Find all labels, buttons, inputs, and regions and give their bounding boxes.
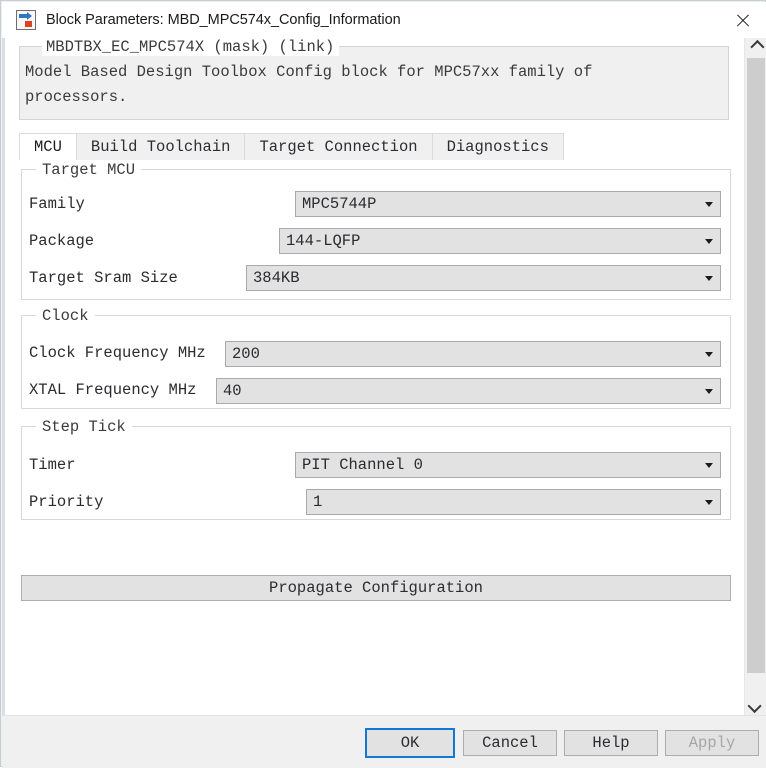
label-package: Package [29, 232, 95, 250]
help-button[interactable]: Help [564, 730, 658, 756]
scroll-up-button[interactable] [745, 38, 766, 56]
label-xtal-frequency: XTAL Frequency MHz [29, 381, 197, 399]
ok-button[interactable]: OK [365, 728, 455, 758]
combo-family-value: MPC5744P [302, 195, 377, 213]
chevron-up-icon [749, 39, 764, 55]
scrollable-content-host: MBDTBX_EC_MPC574X (mask) (link) Model Ba… [2, 38, 766, 715]
help-button-label: Help [592, 734, 630, 752]
combo-target-sram-size[interactable]: 384KB [246, 265, 721, 291]
close-button[interactable] [720, 3, 766, 38]
chevron-down-icon [747, 698, 762, 714]
tab-build-toolchain-label: Build Toolchain [90, 138, 231, 156]
group-step-tick-legend: Step Tick [36, 418, 132, 436]
mask-description-box: MBDTBX_EC_MPC574X (mask) (link) Model Ba… [19, 38, 729, 120]
group-target-mcu-legend: Target MCU [36, 161, 142, 179]
scrollbar-thumb[interactable] [747, 58, 765, 673]
block-parameters-dialog: Block Parameters: MBD_MPC574x_Config_Inf… [0, 0, 766, 768]
tab-build-toolchain[interactable]: Build Toolchain [75, 133, 246, 160]
content-pane: MBDTBX_EC_MPC574X (mask) (link) Model Ba… [2, 38, 741, 715]
dialog-button-bar: OK Cancel Help Apply [2, 715, 766, 768]
propagate-configuration-label: Propagate Configuration [269, 579, 483, 597]
combo-clock-frequency-value: 200 [232, 345, 260, 363]
label-priority: Priority [29, 493, 104, 511]
cancel-button[interactable]: Cancel [463, 730, 557, 756]
label-family: Family [29, 195, 85, 213]
vertical-scrollbar[interactable] [744, 38, 766, 715]
tab-target-connection-label: Target Connection [259, 138, 418, 156]
ok-button-label: OK [400, 734, 420, 752]
label-timer: Timer [29, 456, 76, 474]
apply-button-label: Apply [688, 734, 736, 752]
combo-target-sram-size-value: 384KB [253, 269, 300, 287]
combo-family[interactable]: MPC5744P [295, 191, 721, 217]
combo-priority[interactable]: 1 [306, 489, 721, 515]
chevron-down-icon [698, 388, 720, 394]
tab-diagnostics-label: Diagnostics [446, 138, 549, 156]
tab-target-connection[interactable]: Target Connection [244, 133, 433, 160]
mask-description-text: Model Based Design Toolbox Config block … [25, 60, 715, 110]
label-clock-frequency: Clock Frequency MHz [29, 344, 206, 362]
tab-mcu-label: MCU [34, 138, 62, 156]
cancel-button-label: Cancel [482, 734, 538, 752]
chevron-down-icon [698, 201, 720, 207]
chevron-down-icon [698, 499, 720, 505]
propagate-configuration-button[interactable]: Propagate Configuration [21, 575, 731, 601]
chevron-down-icon [698, 462, 720, 468]
title-bar: Block Parameters: MBD_MPC574x_Config_Inf… [2, 2, 766, 38]
combo-timer-value: PIT Channel 0 [302, 456, 423, 474]
chevron-down-icon [698, 238, 720, 244]
tab-diagnostics[interactable]: Diagnostics [431, 133, 564, 160]
simulink-block-icon [16, 10, 36, 30]
mask-description-legend: MBDTBX_EC_MPC574X (mask) (link) [42, 38, 340, 56]
combo-xtal-frequency[interactable]: 40 [216, 378, 721, 404]
combo-timer[interactable]: PIT Channel 0 [295, 452, 721, 478]
chevron-down-icon [698, 351, 720, 357]
group-clock-legend: Clock [36, 307, 95, 325]
combo-priority-value: 1 [313, 493, 323, 511]
chevron-down-icon [698, 275, 720, 281]
dialog-client-area: MBDTBX_EC_MPC574X (mask) (link) Model Ba… [2, 38, 766, 768]
combo-xtal-frequency-value: 40 [223, 382, 242, 400]
window-title: Block Parameters: MBD_MPC574x_Config_Inf… [46, 12, 401, 28]
combo-clock-frequency[interactable]: 200 [225, 341, 721, 367]
scroll-down-button[interactable] [745, 697, 766, 715]
combo-package-value: 144-LQFP [286, 232, 361, 250]
tab-mcu[interactable]: MCU [19, 133, 77, 160]
label-target-sram-size: Target Sram Size [29, 269, 178, 287]
mask-description-line-1: Model Based Design Toolbox Config block … [25, 63, 593, 81]
close-icon [735, 12, 751, 28]
tab-strip: MCU Build Toolchain Target Connection Di… [19, 133, 729, 160]
combo-package[interactable]: 144-LQFP [279, 228, 721, 254]
mask-description-line-2: processors. [25, 88, 128, 106]
apply-button[interactable]: Apply [665, 730, 759, 756]
